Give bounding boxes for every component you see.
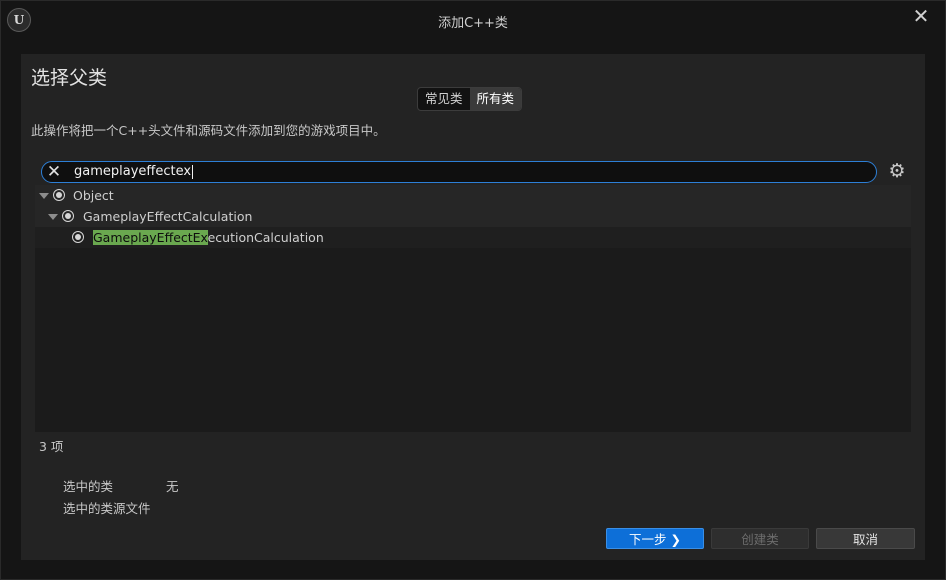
class-filter-tabs: 常见类 所有类 <box>417 87 523 111</box>
create-class-button[interactable]: 创建类 <box>711 528 809 549</box>
description-text: 此操作将把一个C++头文件和源码文件添加到您的游戏项目中。 <box>31 123 386 138</box>
class-icon <box>62 210 74 222</box>
text-caret <box>192 164 194 179</box>
next-button-label: 下一步 <box>629 532 667 547</box>
selected-class-value: 无 <box>166 479 179 494</box>
search-box[interactable]: ✕ gameplayeffectex <box>41 161 877 183</box>
search-input-value: gameplayeffectex <box>74 164 192 179</box>
search-match-highlight: GameplayEffectEx <box>93 230 208 245</box>
tree-item-label: Object <box>73 188 114 203</box>
class-icon <box>53 189 65 201</box>
cancel-button[interactable]: 取消 <box>816 528 915 549</box>
tree-item-label: GameplayEffectExecutionCalculation <box>93 227 324 248</box>
title-bar: U 添加C++类 ✕ <box>1 1 945 39</box>
tree-item-gameplay-effect-calculation[interactable]: GameplayEffectCalculation <box>35 206 911 227</box>
search-input[interactable]: gameplayeffectex <box>74 162 194 182</box>
chevron-right-icon: ❯ <box>670 532 681 547</box>
expand-arrow-icon[interactable] <box>48 214 58 220</box>
window-title: 添加C++类 <box>438 16 508 31</box>
add-cpp-class-dialog: U 添加C++类 ✕ 选择父类 常见类 所有类 此操作将把一个C++头文件和源码… <box>0 0 946 580</box>
tree-item-gameplay-effect-execution-calculation[interactable]: GameplayEffectExecutionCalculation <box>35 227 911 248</box>
tree-item-label: GameplayEffectCalculation <box>83 209 253 224</box>
content-panel: 选择父类 常见类 所有类 此操作将把一个C++头文件和源码文件添加到您的游戏项目… <box>21 54 925 560</box>
page-title: 选择父类 <box>31 67 108 89</box>
selected-source-file-label: 选中的类源文件 <box>63 501 151 516</box>
class-tree: Object GameplayEffectCalculation Gamepla… <box>35 185 911 432</box>
class-icon <box>72 231 84 243</box>
expand-arrow-icon[interactable] <box>39 193 49 199</box>
tab-all-classes[interactable]: 所有类 <box>469 88 522 110</box>
item-count: 3 项 <box>39 439 64 454</box>
next-button[interactable]: 下一步 ❯ <box>606 528 704 549</box>
clear-search-icon[interactable]: ✕ <box>46 162 62 182</box>
tree-item-label-rest: ecutionCalculation <box>207 230 324 245</box>
gear-icon[interactable]: ⚙ <box>887 161 907 181</box>
tab-common-classes[interactable]: 常见类 <box>418 88 470 110</box>
close-icon[interactable]: ✕ <box>911 6 931 27</box>
selected-class-label: 选中的类 <box>63 479 114 494</box>
tree-item-object[interactable]: Object <box>35 185 911 206</box>
